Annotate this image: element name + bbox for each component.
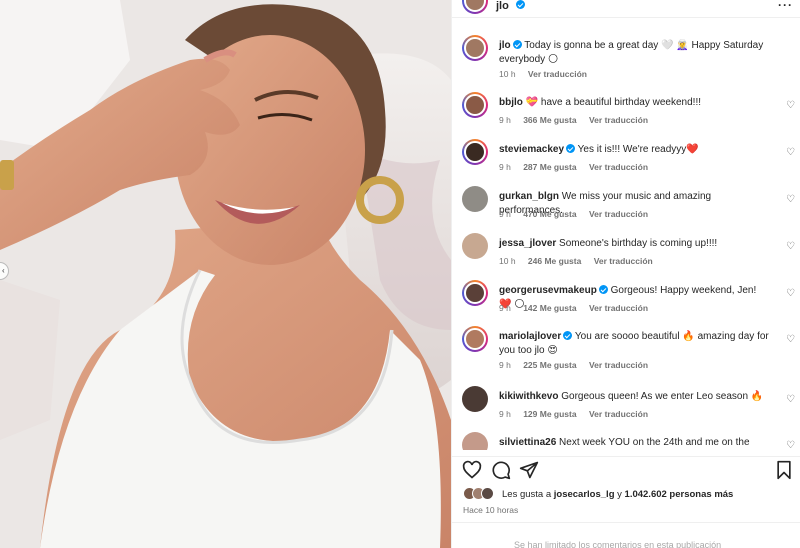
comment-likes[interactable]: 366 Me gusta	[523, 115, 576, 125]
liked-by-avatars[interactable]	[463, 487, 501, 501]
translate-link[interactable]: Ver traducción	[589, 303, 648, 313]
comment-avatar[interactable]	[462, 280, 488, 306]
comments-limited-text: Se han limitado los comentarios en esta …	[514, 540, 722, 548]
comment-meta: 9 h 287 Me gusta Ver traducción	[499, 162, 658, 172]
comment-username[interactable]: steviemackey	[499, 144, 564, 155]
comment-avatar[interactable]	[462, 326, 488, 352]
caption-text: Today is gonna be a great day 🤍 🧝‍♀️ Hap…	[499, 40, 764, 65]
comment-time: 9 h	[499, 162, 511, 172]
comment-time: 10 h	[499, 256, 516, 266]
translate-link[interactable]: Ver traducción	[528, 69, 587, 79]
comment-likes[interactable]: 225 Me gusta	[523, 360, 576, 370]
comment-time: 9 h	[499, 303, 511, 313]
caption-avatar[interactable]	[462, 35, 488, 61]
caption-time: 10 h	[499, 69, 516, 79]
heart-icon[interactable]: ♡	[786, 288, 795, 299]
comment-likes[interactable]: 129 Me gusta	[523, 409, 576, 419]
post-timestamp: Hace 10 horas	[463, 505, 519, 515]
translate-link[interactable]: Ver traducción	[589, 162, 648, 172]
likes-summary[interactable]: Les gusta a josecarlos_lg y 1.042.602 pe…	[502, 489, 733, 500]
comment-time: 9 h	[499, 360, 511, 370]
more-options-icon[interactable]: ···	[778, 0, 793, 12]
send-icon[interactable]	[519, 460, 539, 480]
chevron-left-icon: ‹	[2, 266, 5, 275]
heart-icon[interactable]	[462, 460, 482, 480]
author-avatar[interactable]	[462, 0, 488, 14]
translate-link[interactable]: Ver traducción	[589, 209, 648, 219]
comment-text-block: mariolajlover You are soooo beautiful 🔥 …	[499, 330, 769, 358]
heart-icon[interactable]: ♡	[786, 147, 795, 158]
translate-link[interactable]: Ver traducción	[589, 360, 648, 370]
comment-meta: 9 h 366 Me gusta Ver traducción	[499, 115, 658, 125]
comment-text: Someone's birthday is coming up!!!!	[559, 238, 718, 249]
heart-icon[interactable]: ♡	[786, 241, 795, 252]
comment-time: 9 h	[499, 115, 511, 125]
comment-username[interactable]: jessa_jlover	[499, 238, 556, 249]
comment-text: Gorgeous queen! As we enter Leo season 🔥	[561, 391, 764, 402]
heart-icon[interactable]: ♡	[786, 440, 795, 450]
translate-link[interactable]: Ver traducción	[589, 115, 648, 125]
comment-username[interactable]: mariolajlover	[499, 331, 561, 342]
heart-icon[interactable]: ♡	[786, 194, 795, 205]
caption-meta: 10 h Ver traducción	[499, 69, 597, 79]
comment-username[interactable]: georgerusevmakeup	[499, 285, 597, 296]
comment-time: 9 h	[499, 209, 511, 219]
verified-icon	[598, 285, 608, 294]
verified-icon	[566, 144, 576, 153]
caption-text-block: jlo Today is gonna be a great day 🤍 🧝‍♀️…	[499, 39, 769, 67]
comment-avatar[interactable]	[462, 233, 488, 259]
post-detail-panel: jlo ··· jlo Today is gonna be a great da…	[451, 0, 800, 548]
likes-count[interactable]: 1.042.602 personas más	[625, 489, 734, 500]
likes-middle: y	[617, 489, 622, 500]
likes-user[interactable]: josecarlos_lg	[554, 489, 615, 500]
heart-icon[interactable]: ♡	[786, 394, 795, 405]
comment-text: Yes it is!!! We're readyyy❤️	[577, 144, 699, 155]
comment-avatar[interactable]	[462, 386, 488, 412]
comment-avatar[interactable]	[462, 432, 488, 450]
comment-time: 9 h	[499, 409, 511, 419]
comment-username[interactable]: bbjlo	[499, 97, 523, 108]
comment-list[interactable]: jlo Today is gonna be a great day 🤍 🧝‍♀️…	[452, 30, 800, 450]
comment-avatar[interactable]	[462, 186, 488, 212]
comment-meta: 9 h 470 Me gusta Ver traducción	[499, 209, 658, 219]
verified-icon	[512, 40, 522, 49]
comments-limited-notice: Se han limitado los comentarios en esta …	[452, 522, 800, 548]
comment-likes[interactable]: 246 Me gusta	[528, 256, 581, 266]
translate-link[interactable]: Ver traducción	[594, 256, 653, 266]
comment-avatar[interactable]	[462, 92, 488, 118]
comment-text-block: jessa_jlover Someone's birthday is comin…	[499, 237, 769, 251]
verified-icon	[563, 331, 573, 340]
comment-username[interactable]: gurkan_blgn	[499, 191, 559, 202]
photo-illustration	[0, 0, 451, 548]
comment-text-block: steviemackey Yes it is!!! We're readyyy❤…	[499, 143, 769, 157]
comment-username[interactable]: silviettina26	[499, 437, 556, 448]
comment-icon[interactable]	[491, 460, 511, 480]
comment-text-block: silviettina26 Next week YOU on the 24th …	[499, 436, 769, 450]
caption-username[interactable]: jlo	[499, 40, 511, 51]
comment-meta: 9 h 225 Me gusta Ver traducción	[499, 360, 658, 370]
bookmark-icon[interactable]	[775, 460, 793, 480]
comment-text: 💝 have a beautiful birthday weekend!!!	[525, 97, 702, 108]
comment-text-block: bbjlo 💝 have a beautiful birthday weeken…	[499, 96, 769, 110]
comment-text-block: kikiwithkevo Gorgeous queen! As we enter…	[499, 390, 769, 404]
likes-prefix: Les gusta a	[502, 489, 552, 500]
comment-username[interactable]: kikiwithkevo	[499, 391, 558, 402]
heart-icon[interactable]: ♡	[786, 100, 795, 111]
comment-likes[interactable]: 470 Me gusta	[523, 209, 576, 219]
author-username[interactable]: jlo	[496, 0, 509, 12]
heart-icon[interactable]: ♡	[786, 334, 795, 345]
verified-icon	[516, 0, 525, 9]
comment-likes[interactable]: 287 Me gusta	[523, 162, 576, 172]
comment-meta: 9 h 129 Me gusta Ver traducción	[499, 409, 658, 419]
comment-likes[interactable]: 142 Me gusta	[523, 303, 576, 313]
translate-link[interactable]: Ver traducción	[589, 409, 648, 419]
comment-meta: 9 h 142 Me gusta Ver traducción	[499, 303, 658, 313]
post-header: jlo ···	[452, 0, 800, 18]
comment-avatar[interactable]	[462, 139, 488, 165]
post-actions	[452, 456, 800, 480]
comment-meta: 10 h 246 Me gusta Ver traducción	[499, 256, 663, 266]
post-photo: ‹	[0, 0, 451, 548]
